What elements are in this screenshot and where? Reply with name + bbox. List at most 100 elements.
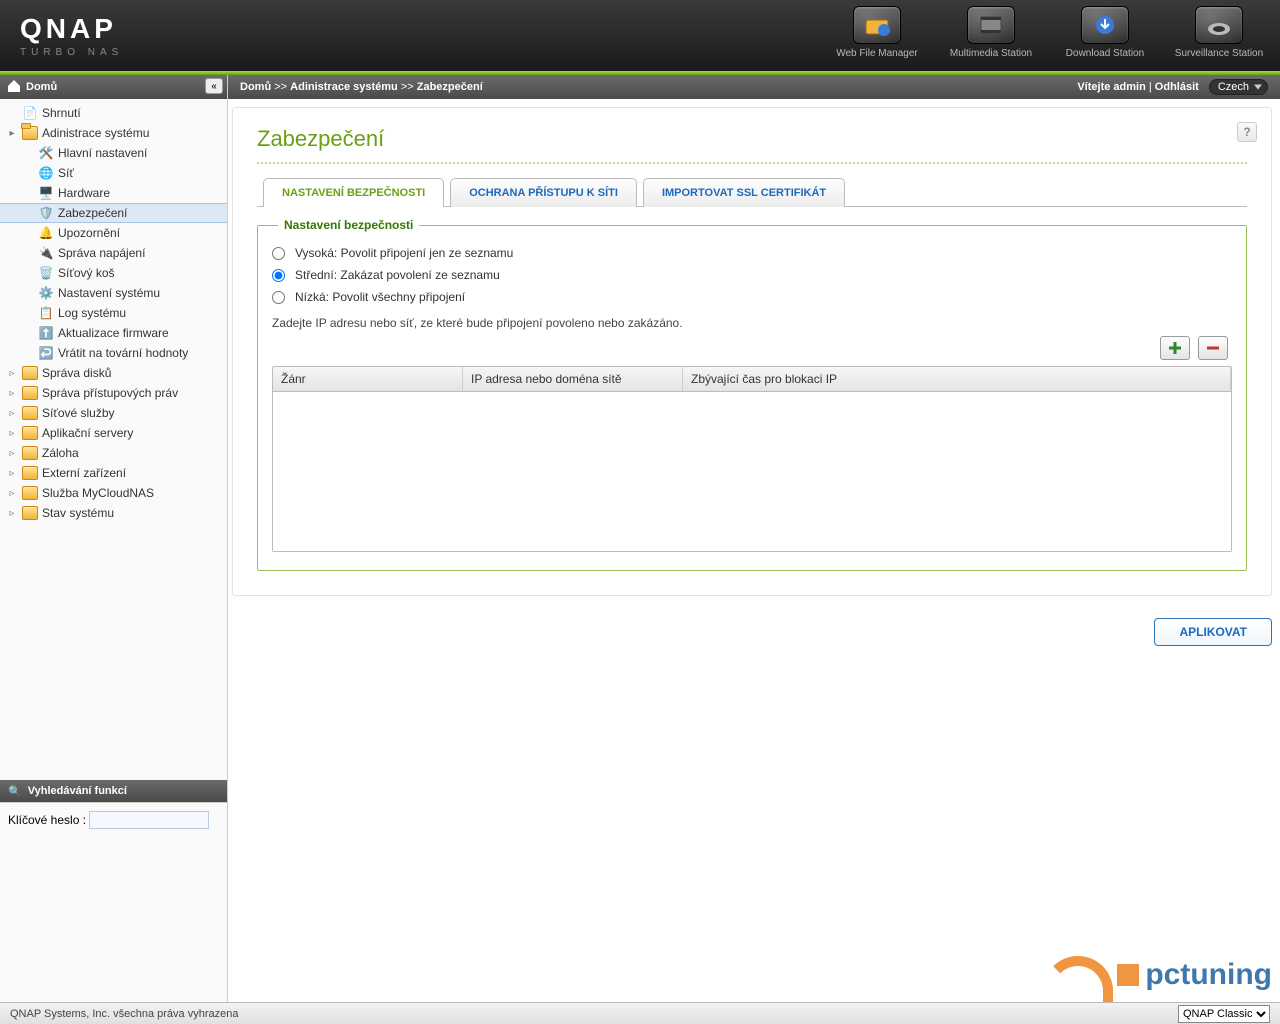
tab-import-ssl[interactable]: IMPORTOVAT SSL CERTIFIKÁT [643,178,845,207]
tree-twisty-icon[interactable]: ▹ [6,488,18,499]
radio-high-input[interactable] [272,247,285,260]
folder-open-icon [22,126,38,140]
sidebar-item-system-settings[interactable]: ⚙️Nastavení systému [0,283,227,303]
sidebar-search-header: 🔍 Vyhledávání funkcí [0,780,227,802]
page-title: Zabezpečení [257,126,1247,152]
sidebar-item-label: Vrátit na tovární hodnoty [58,346,188,360]
sidebar-item-network-services[interactable]: ▹Síťové služby [0,403,227,423]
brand-subtitle: TURBO NAS [20,47,123,58]
app-multimedia-station[interactable]: Multimedia Station [946,6,1036,59]
security-level-fieldset: Nastavení bezpečnosti Vysoká: Povolit př… [257,225,1247,571]
sidebar-item-external-devices[interactable]: ▹ Externí zařízení [0,463,227,483]
search-input[interactable] [89,811,209,829]
main: Domů >> Adinistrace systému >> Zabezpeče… [228,75,1280,1002]
sidebar-item-label: Síťový koš [58,266,115,280]
col-ip[interactable]: IP adresa nebo doména sítě [463,367,683,391]
add-row-button[interactable] [1160,336,1190,360]
folder-icon [22,426,38,440]
sidebar-item-summary[interactable]: 📄 Shrnutí [0,103,227,123]
app-label: Web File Manager [836,48,918,59]
logout-link[interactable]: Odhlásit [1155,81,1199,93]
apply-row: APLIKOVAT [228,618,1272,646]
folder-icon [22,466,38,480]
sidebar-item-mycloudnas[interactable]: ▹ Služba MyCloudNAS [0,483,227,503]
help-button[interactable]: ? [1237,122,1257,142]
app-web-file-manager[interactable]: Web File Manager [832,6,922,59]
fieldset-legend: Nastavení bezpečnosti [278,218,419,232]
sidebar-item-label: Hlavní nastavení [58,146,147,160]
sidebar-item-network[interactable]: 🌐Síť [0,163,227,183]
radio-low-input[interactable] [272,291,285,304]
language-dropdown[interactable]: Czech [1209,79,1268,95]
crumb-page: Zabezpečení [417,81,483,93]
settings-icon: 🛠️ [38,145,54,161]
welcome-text: Vítejte admin [1077,81,1145,93]
brand-logo: QNAP [20,13,123,45]
hardware-icon: 🖥️ [38,185,54,201]
tree-twisty-open-icon[interactable]: ▸ [6,128,18,139]
bell-icon: 🔔 [38,225,54,241]
sidebar-item-label: Externí zařízení [42,466,126,480]
apply-button[interactable]: APLIKOVAT [1154,618,1272,646]
ip-hint-text: Zadejte IP adresu nebo síť, ze které bud… [272,316,1232,330]
sidebar-item-system-log[interactable]: 📋Log systému [0,303,227,323]
app-label: Surveillance Station [1175,48,1263,59]
tree-twisty-icon[interactable]: ▹ [6,468,18,479]
sidebar-item-backup[interactable]: ▹Záloha [0,443,227,463]
reset-icon: ↩️ [38,345,54,361]
home-icon [8,82,20,92]
col-remaining[interactable]: Zbývající čas pro blokaci IP [683,367,1231,391]
sidebar-item-app-servers[interactable]: ▹ Aplikační servery [0,423,227,443]
sidebar-item-power[interactable]: 🔌Správa napájení [0,243,227,263]
sidebar-item-access-rights[interactable]: ▹Správa přístupových práv [0,383,227,403]
ip-table[interactable]: Žánr IP adresa nebo doména sítě Zbývajíc… [272,366,1232,552]
folder-globe-icon [853,6,901,44]
sidebar-item-disk-mgmt[interactable]: ▹Správa disků [0,363,227,383]
crumb-section[interactable]: Adinistrace systému [290,81,398,93]
table-header: Žánr IP adresa nebo doména sítě Zbývajíc… [273,367,1231,392]
sidebar-item-system-admin[interactable]: ▸ Adinistrace systému [0,123,227,143]
tree-twisty-icon[interactable]: ▹ [6,388,18,399]
sidebar-item-label: Aplikační servery [42,426,133,440]
sidebar-header-label: Domů [26,81,57,93]
tree-twisty-icon[interactable]: ▹ [6,448,18,459]
sidebar-item-hardware[interactable]: 🖥️Hardware [0,183,227,203]
gear-icon: ⚙️ [38,285,54,301]
sidebar-item-system-status[interactable]: ▹Stav systému [0,503,227,523]
content-card: ? Zabezpečení NASTAVENÍ BEZPEČNOSTI OCHR… [232,107,1272,596]
sidebar-item-recycle[interactable]: 🗑️Síťový koš [0,263,227,283]
tree-twisty-icon[interactable]: ▹ [6,408,18,419]
sidebar-item-label: Upozornění [58,226,120,240]
radio-low[interactable]: Nízká: Povolit všechny připojení [272,286,1232,308]
sidebar-item-label: Správa napájení [58,246,145,260]
tab-security-settings[interactable]: NASTAVENÍ BEZPEČNOSTI [263,178,444,207]
remove-row-button[interactable] [1198,336,1228,360]
footer: QNAP Systems, Inc. všechna práva vyhraze… [0,1002,1280,1024]
sidebar-item-label: Služba MyCloudNAS [42,486,154,500]
top-header: QNAP TURBO NAS Web File Manager Multimed… [0,0,1280,71]
folder-icon [22,386,38,400]
camera-dome-icon [1195,6,1243,44]
sidebar-collapse-button[interactable]: « [205,78,223,94]
radio-medium-input[interactable] [272,269,285,282]
sidebar-item-factory-reset[interactable]: ↩️ Vrátit na tovární hodnoty [0,343,227,363]
brand: QNAP TURBO NAS [20,13,123,58]
col-genre[interactable]: Žánr [273,367,463,391]
tree-twisty-icon[interactable]: ▹ [6,428,18,439]
tree-twisty-icon[interactable]: ▹ [6,368,18,379]
sidebar: Domů « 📄 Shrnutí ▸ Adinistrace systému 🛠… [0,75,228,1002]
minus-icon [1206,341,1220,355]
plus-icon [1168,341,1182,355]
tree-twisty-icon[interactable]: ▹ [6,508,18,519]
sidebar-item-notification[interactable]: 🔔 Upozornění [0,223,227,243]
tab-network-access-protection[interactable]: OCHRANA PŘÍSTUPU K SÍTI [450,178,637,207]
radio-high[interactable]: Vysoká: Povolit připojení jen ze seznamu [272,242,1232,264]
theme-select[interactable]: QNAP Classic [1178,1005,1270,1023]
sidebar-item-firmware[interactable]: ⬆️Aktualizace firmware [0,323,227,343]
sidebar-item-general-settings[interactable]: 🛠️ Hlavní nastavení [0,143,227,163]
radio-medium[interactable]: Střední: Zakázat povolení ze seznamu [272,264,1232,286]
app-surveillance-station[interactable]: Surveillance Station [1174,6,1264,59]
app-download-station[interactable]: Download Station [1060,6,1150,59]
sidebar-item-security[interactable]: 🛡️Zabezpečení [0,203,227,223]
crumb-home[interactable]: Domů [240,81,271,93]
